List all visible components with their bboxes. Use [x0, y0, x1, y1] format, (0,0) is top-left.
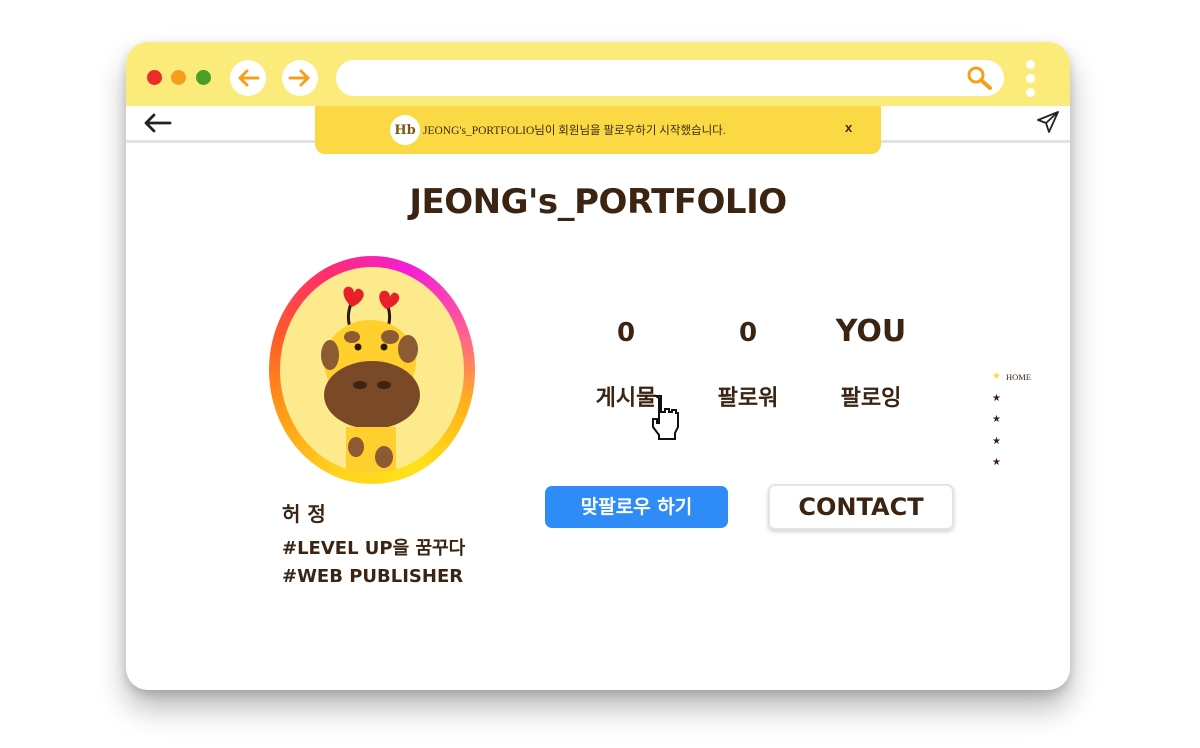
side-nav-label: HOME	[1006, 371, 1032, 382]
send-icon[interactable]	[1036, 110, 1060, 134]
profile-name: 허 정	[282, 502, 326, 526]
search-icon[interactable]	[966, 65, 994, 91]
following-count: YOU	[835, 314, 907, 349]
profile-avatar-ring[interactable]	[269, 256, 475, 484]
side-nav: ★ HOME ★ ★ ★ ★	[992, 366, 1052, 474]
maximize-window-button[interactable]	[196, 70, 211, 85]
side-nav-item-home[interactable]: ★ HOME	[992, 366, 1052, 388]
page-title: JEONG's_PORTFOLIO	[409, 182, 787, 222]
star-icon: ★	[992, 435, 1001, 447]
hand-cursor-icon	[652, 395, 679, 440]
browser-back-button[interactable]	[230, 60, 266, 96]
follow-notification: Hb JEONG's_PORTFOLIO님이 회원님을 팔로우하기 시작했습니다…	[315, 106, 881, 154]
followers-label[interactable]: 팔로워	[688, 380, 808, 412]
giraffe-avatar	[280, 267, 464, 473]
minimize-window-button[interactable]	[171, 70, 186, 85]
side-nav-item[interactable]: ★	[992, 452, 1052, 474]
star-icon: ★	[992, 371, 1001, 383]
notification-avatar: Hb	[390, 115, 420, 145]
followers-count: 0	[738, 318, 758, 348]
follow-back-button[interactable]: 맞팔로우 하기	[545, 486, 728, 528]
star-icon: ★	[992, 392, 1001, 404]
arrow-left-icon	[238, 69, 260, 87]
side-nav-item[interactable]: ★	[992, 388, 1052, 410]
giraffe-illustration	[321, 286, 420, 473]
arrow-right-icon	[288, 69, 310, 87]
side-nav-item[interactable]: ★	[992, 409, 1052, 431]
browser-titlebar	[126, 42, 1070, 106]
side-nav-item[interactable]: ★	[992, 431, 1052, 453]
contact-button[interactable]: CONTACT	[768, 484, 954, 530]
notification-close-button[interactable]: x	[845, 120, 852, 135]
profile-tag: #LEVEL UP을 꿈꾸다	[282, 538, 466, 559]
close-window-button[interactable]	[147, 70, 162, 85]
profile-tag: #WEB PUBLISHER	[282, 566, 464, 587]
star-icon: ★	[992, 414, 1001, 426]
address-bar[interactable]	[336, 60, 1004, 96]
posts-count: 0	[616, 318, 636, 348]
notification-message: JEONG's_PORTFOLIO님이 회원님을 팔로우하기 시작했습니다.	[423, 125, 726, 137]
browser-window: Hb JEONG's_PORTFOLIO님이 회원님을 팔로우하기 시작했습니다…	[126, 42, 1070, 690]
kebab-menu-icon[interactable]	[1024, 60, 1036, 100]
back-arrow-icon[interactable]	[142, 112, 172, 134]
star-icon: ★	[992, 457, 1001, 469]
following-label[interactable]: 팔로잉	[811, 380, 931, 412]
browser-forward-button[interactable]	[282, 60, 318, 96]
